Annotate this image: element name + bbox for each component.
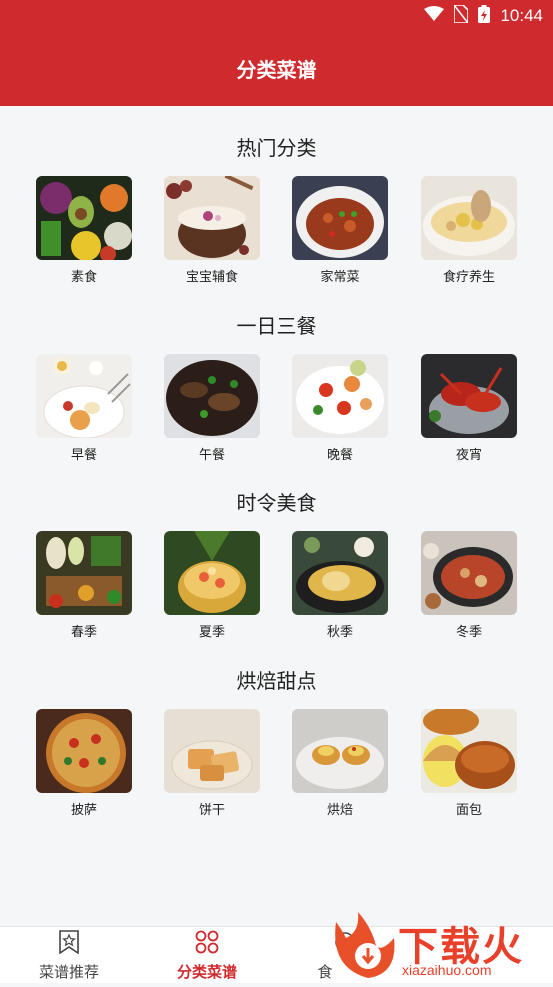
- section-title: 一日三餐: [236, 314, 317, 338]
- category-tile[interactable]: 家常菜: [292, 176, 388, 285]
- summer-food-photo: [164, 531, 260, 615]
- battery-charging-icon: [478, 5, 491, 27]
- category-tile[interactable]: 宝宝辅食: [164, 176, 260, 285]
- tab-recipe-recommend[interactable]: 菜谱推荐: [0, 927, 138, 984]
- category-label: 冬季: [455, 625, 482, 640]
- watermark-logo: 下载火 xiazaihuo.com: [328, 908, 553, 983]
- section-title: 时令美食: [236, 491, 317, 515]
- baby-food-photo: [164, 176, 260, 260]
- wifi-icon: [424, 6, 445, 26]
- cookies-photo: [164, 709, 260, 793]
- watermark-url: xiazaihuo.com: [402, 962, 492, 978]
- category-tile[interactable]: 冬季: [421, 531, 517, 640]
- section-title: 热门分类: [236, 136, 317, 160]
- category-tile[interactable]: 面包: [421, 709, 517, 818]
- category-label: 早餐: [70, 448, 97, 463]
- category-label: 家常菜: [320, 270, 360, 285]
- category-tile[interactable]: 早餐: [36, 354, 132, 463]
- category-label: 春季: [70, 625, 97, 640]
- category-label: 烘焙: [326, 803, 353, 818]
- section-title: 烘焙甜点: [236, 669, 317, 693]
- category-tile[interactable]: 食疗养生: [421, 176, 517, 285]
- category-label: 披萨: [70, 803, 97, 818]
- status-bar: 10:44: [0, 0, 553, 30]
- category-label: 素食: [70, 270, 97, 285]
- category-label: 午餐: [198, 448, 225, 463]
- category-content[interactable]: 热门分类 素食 宝宝辅食 家常菜 食疗养生 一日三餐 早餐 午餐 晚餐 夜宵 时…: [0, 106, 553, 926]
- category-tile[interactable]: 秋季: [292, 531, 388, 640]
- category-label: 面包: [455, 803, 482, 818]
- category-tile[interactable]: 饼干: [164, 709, 260, 818]
- bookmark-star-icon: [58, 929, 80, 958]
- category-tile[interactable]: 夜宵: [421, 354, 517, 463]
- status-time: 10:44: [500, 6, 543, 25]
- spring-food-photo: [36, 531, 132, 615]
- home-cooking-photo: [292, 176, 388, 260]
- category-tile[interactable]: 烘焙: [292, 709, 388, 818]
- category-label: 晚餐: [326, 448, 353, 463]
- baking-photo: [292, 709, 388, 793]
- winter-food-photo: [421, 531, 517, 615]
- category-label: 夏季: [198, 625, 225, 640]
- category-label: 饼干: [198, 803, 225, 818]
- category-label: 秋季: [326, 625, 353, 640]
- category-label: 夜宵: [455, 448, 482, 463]
- late-night-snack-photo: [421, 354, 517, 438]
- health-soup-photo: [421, 176, 517, 260]
- bread-photo: [421, 709, 517, 793]
- category-tile[interactable]: 春季: [36, 531, 132, 640]
- category-tile[interactable]: 披萨: [36, 709, 132, 818]
- category-tile[interactable]: 午餐: [164, 354, 260, 463]
- category-tile[interactable]: 夏季: [164, 531, 260, 640]
- pizza-photo: [36, 709, 132, 793]
- lunch-photo: [164, 354, 260, 438]
- vegetarian-food-photo: [36, 176, 132, 260]
- breakfast-photo: [36, 354, 132, 438]
- autumn-food-photo: [292, 531, 388, 615]
- category-label: 宝宝辅食: [185, 270, 238, 285]
- grid-circles-icon: [195, 930, 219, 958]
- page-title: 分类菜谱: [236, 57, 317, 82]
- category-tile[interactable]: 晚餐: [292, 354, 388, 463]
- tab-category-recipes[interactable]: 分类菜谱: [138, 927, 276, 984]
- category-tile[interactable]: 素食: [36, 176, 132, 285]
- category-label: 食疗养生: [442, 270, 495, 285]
- tab-label: 分类菜谱: [176, 962, 237, 981]
- dinner-photo: [292, 354, 388, 438]
- tab-label: 菜谱推荐: [38, 962, 99, 981]
- app-bar: 分类菜谱: [0, 30, 553, 106]
- no-sim-icon: [453, 4, 470, 27]
